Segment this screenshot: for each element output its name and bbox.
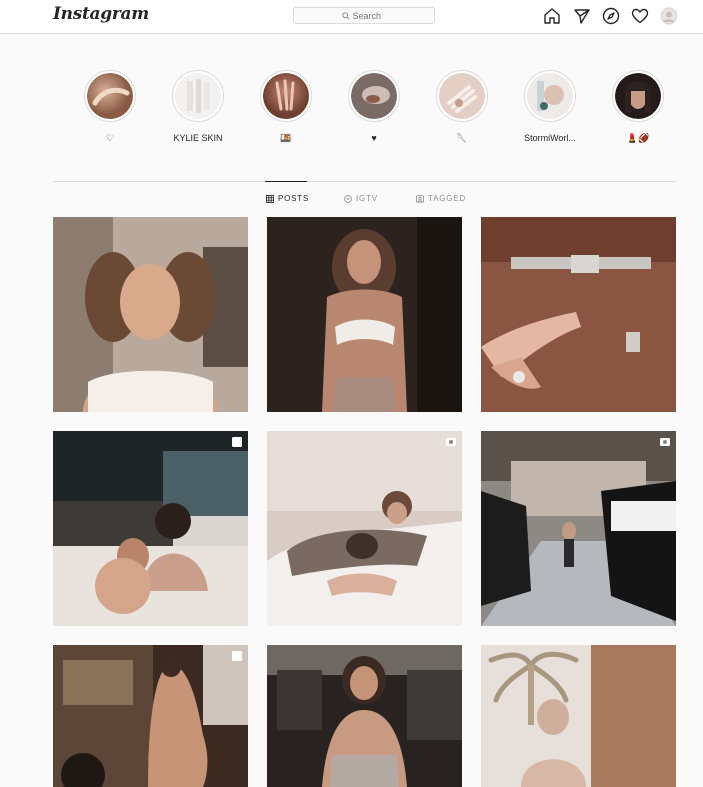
home-icon[interactable] (543, 7, 561, 25)
profile-avatar[interactable] (660, 7, 678, 25)
activity-heart-icon[interactable] (631, 7, 649, 25)
tab-label: TAGGED (428, 194, 466, 203)
top-navigation-bar: Instagram (0, 0, 703, 34)
highlight-black-heart[interactable]: ♥ (334, 70, 414, 144)
post-image (481, 217, 676, 412)
highlight-heart[interactable]: ♡ (70, 70, 150, 144)
instagram-logo[interactable]: Instagram (53, 4, 149, 24)
highlight-label: KYLIE SKIN (173, 133, 223, 143)
post-image (481, 431, 676, 626)
explore-icon[interactable] (602, 7, 620, 25)
post-image (53, 217, 248, 412)
post-thumbnail[interactable] (267, 645, 462, 787)
search-input[interactable] (352, 10, 387, 21)
highlight-cover (524, 70, 576, 122)
nav-icons (543, 7, 683, 25)
tab-igtv[interactable]: IGTV (344, 194, 378, 203)
highlight-image (263, 73, 309, 119)
highlight-image (87, 73, 133, 119)
highlight-spoon[interactable]: 🥄 (422, 70, 502, 144)
grid-icon (266, 194, 274, 203)
highlight-label: 💄🏈 (626, 133, 650, 143)
highlight-label: ♡ (105, 133, 115, 143)
tab-tagged[interactable]: TAGGED (416, 194, 466, 203)
highlight-stormiworld[interactable]: StormiWorl... (510, 70, 590, 144)
video-icon (446, 438, 456, 446)
highlight-lipstick-football[interactable]: 💄🏈 (598, 70, 678, 144)
highlight-cover (260, 70, 312, 122)
highlight-bento[interactable]: 🍱 (246, 70, 326, 144)
highlight-cover (348, 70, 400, 122)
post-thumbnail[interactable] (53, 645, 248, 787)
highlight-image (615, 73, 661, 119)
post-thumbnail[interactable] (267, 431, 462, 626)
post-image (53, 431, 248, 626)
post-image (267, 431, 462, 626)
tagged-icon (416, 194, 424, 203)
highlight-image (351, 73, 397, 119)
highlight-image (175, 73, 221, 119)
highlight-cover (436, 70, 488, 122)
post-thumbnail[interactable] (481, 217, 676, 412)
highlight-label: 🥄 (456, 133, 468, 143)
highlight-kylie-skin[interactable]: KYLIE SKIN (158, 70, 238, 144)
highlight-label: 🍱 (280, 133, 292, 143)
highlight-cover (612, 70, 664, 122)
highlight-label: StormiWorl... (524, 133, 576, 143)
video-icon (660, 438, 670, 446)
post-thumbnail[interactable] (53, 217, 248, 412)
highlight-image (439, 73, 485, 119)
carousel-icon (232, 651, 242, 661)
carousel-icon (232, 437, 242, 447)
post-image (481, 645, 676, 787)
post-thumbnail[interactable] (481, 431, 676, 626)
search-icon (341, 11, 350, 20)
highlight-image (527, 73, 573, 119)
post-thumbnail[interactable] (481, 645, 676, 787)
highlight-cover (172, 70, 224, 122)
igtv-icon (344, 194, 352, 203)
highlight-cover (84, 70, 136, 122)
post-image (267, 217, 462, 412)
direct-icon[interactable] (573, 7, 591, 25)
post-thumbnail[interactable] (53, 431, 248, 626)
post-image (53, 645, 248, 787)
tab-label: POSTS (278, 194, 310, 203)
highlight-label: ♥ (371, 133, 377, 143)
active-tab-indicator (265, 181, 307, 182)
tabs-divider (53, 181, 676, 182)
tab-posts[interactable]: POSTS (266, 194, 309, 203)
tab-label: IGTV (356, 194, 378, 203)
post-image (267, 645, 462, 787)
search-box[interactable] (293, 7, 435, 24)
post-thumbnail[interactable] (267, 217, 462, 412)
